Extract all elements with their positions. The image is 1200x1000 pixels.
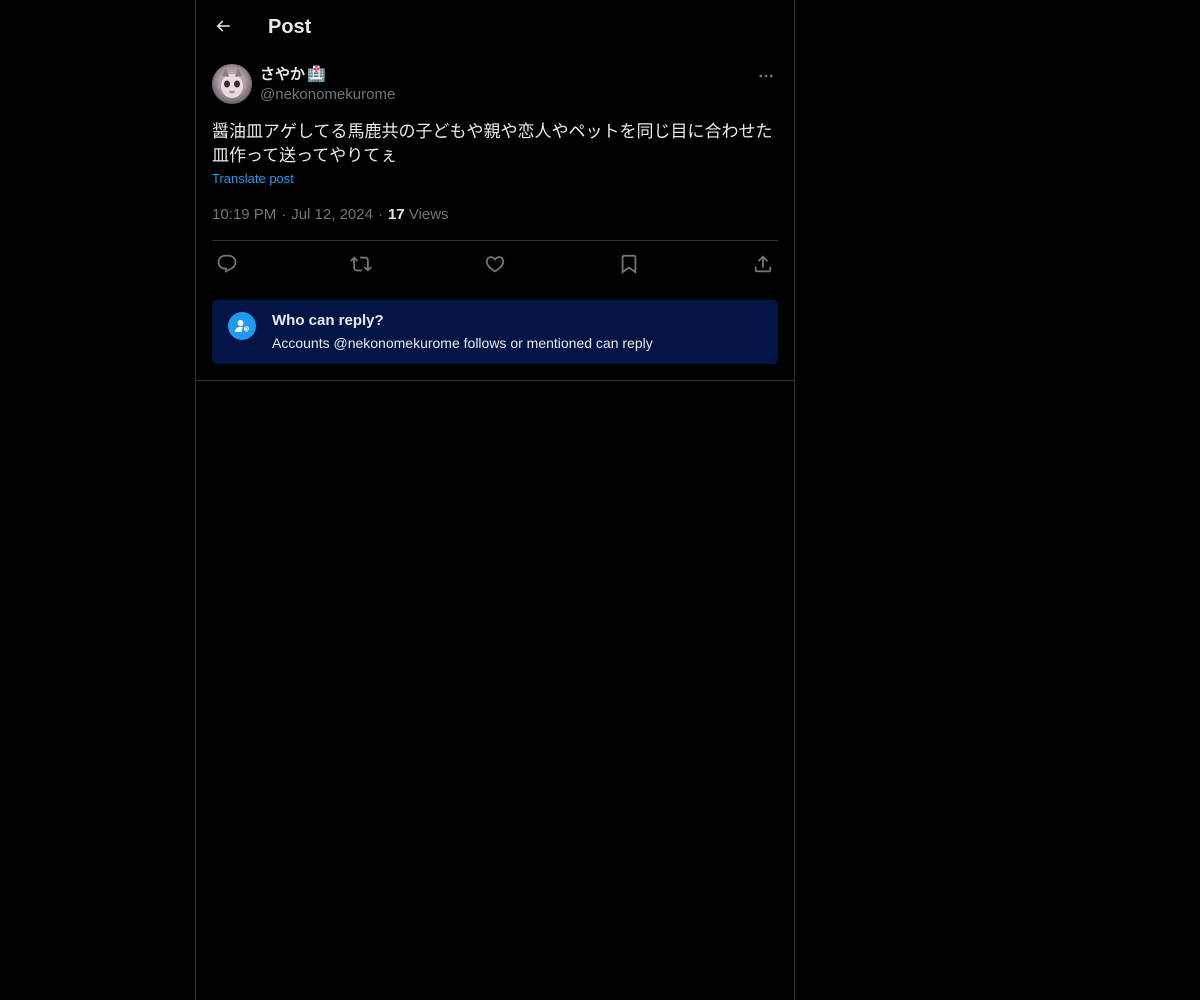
more-dots-icon xyxy=(759,74,773,78)
hospital-emoji-icon: 🏥 xyxy=(307,66,326,83)
repost-icon xyxy=(350,256,372,272)
arrow-left-icon xyxy=(216,20,230,32)
avatar[interactable] xyxy=(212,64,252,104)
post-text-line: 皿作って送ってやりてぇ xyxy=(212,146,398,166)
post-meta: 10:19 PM · Jul 12, 2024 · 17 Views xyxy=(212,205,449,225)
translate-post-link[interactable]: Translate post xyxy=(212,171,294,187)
reply-button[interactable] xyxy=(212,252,242,276)
share-icon xyxy=(754,255,772,273)
who-can-reply-box: Who can reply? Accounts @nekonomekurome … xyxy=(212,300,778,364)
post-text: 醤油皿アゲしてる馬鹿共の子どもや親や恋人やペットを同じ目に合わせた 皿作って送っ… xyxy=(212,120,778,168)
meta-separator: · xyxy=(377,206,383,223)
page-header: Post xyxy=(196,0,794,53)
like-button[interactable] xyxy=(480,252,510,276)
reply-icon xyxy=(217,254,237,273)
views-count: 17 xyxy=(387,206,405,223)
avatar-image xyxy=(212,64,252,104)
main-column: Post さやか 🏥 @nekonomekurome 醤油皿アゲしてる馬鹿共の子… xyxy=(195,0,795,1000)
display-name-text: さやか xyxy=(260,66,306,83)
bookmark-button[interactable] xyxy=(614,252,644,276)
bookmark-icon xyxy=(621,254,637,275)
back-button[interactable] xyxy=(206,9,240,43)
meta-separator: · xyxy=(281,206,287,223)
post-bottom-divider xyxy=(196,380,794,381)
page-title: Post xyxy=(268,16,312,38)
like-icon xyxy=(485,256,505,273)
post-date[interactable]: Jul 12, 2024 xyxy=(291,206,373,223)
views-label: Views xyxy=(408,206,449,223)
share-button[interactable] xyxy=(748,252,778,276)
who-can-reply-subtitle: Accounts @nekonomekurome follows or ment… xyxy=(272,335,653,351)
who-can-reply-title: Who can reply? xyxy=(272,312,384,329)
post-time[interactable]: 10:19 PM xyxy=(212,206,276,223)
action-bar xyxy=(212,252,778,276)
post-text-line: 醤油皿アゲしてる馬鹿共の子どもや親や恋人やペットを同じ目に合わせた xyxy=(212,122,773,142)
divider xyxy=(212,240,778,241)
repost-button[interactable] xyxy=(346,252,376,276)
author-handle[interactable]: @nekonomekurome xyxy=(260,85,395,105)
author-display-name[interactable]: さやか 🏥 xyxy=(260,65,395,85)
author-names: さやか 🏥 @nekonomekurome xyxy=(260,65,395,105)
person-mention-icon xyxy=(228,312,256,340)
more-options-button[interactable] xyxy=(754,64,778,88)
